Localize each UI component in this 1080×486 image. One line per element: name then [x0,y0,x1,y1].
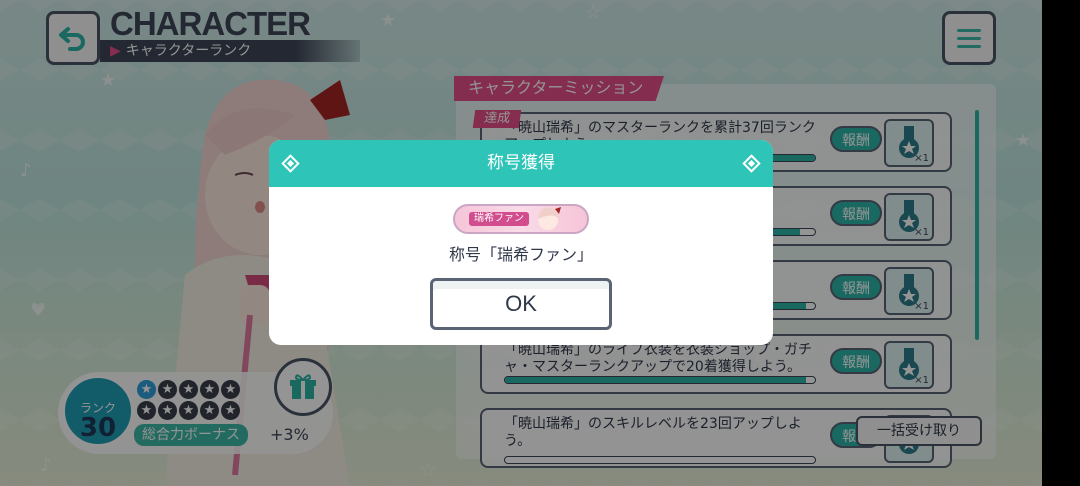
dialog-title: 称号獲得 [487,153,555,173]
title-banner-text: 瑞希ファン [469,212,529,226]
diamond-icon [742,154,761,173]
screen-edge [1042,0,1080,486]
diamond-icon [281,154,300,173]
dialog-header: 称号獲得 [269,140,773,187]
award-message: 称号「瑞希ファン」 [448,245,593,264]
title-banner: 瑞希ファン [453,204,589,234]
ok-button[interactable]: OK [430,278,612,330]
title-acquired-dialog: 称号獲得 瑞希ファン 称号「瑞希ファン」 OK [269,140,773,345]
character-face-icon [538,207,561,230]
